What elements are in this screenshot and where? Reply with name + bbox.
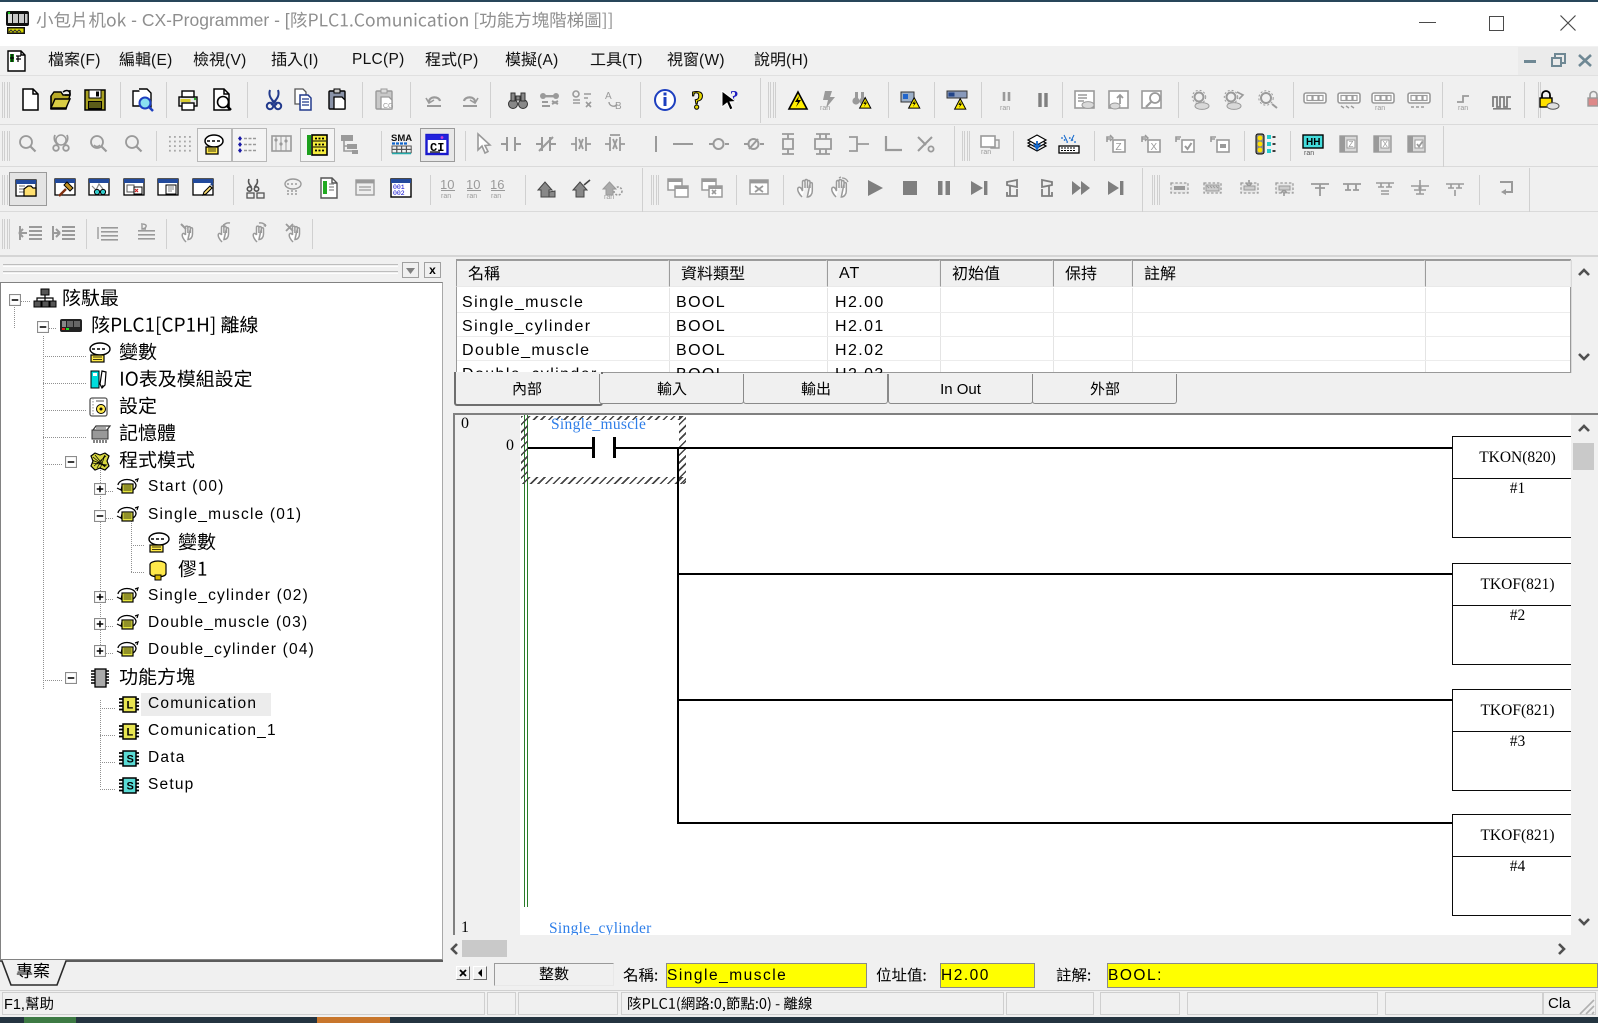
svg-text:X: X bbox=[1383, 140, 1389, 149]
svg-text:L: L bbox=[127, 727, 134, 739]
svg-text:10: 10 bbox=[466, 177, 480, 192]
svg-text:?: ? bbox=[730, 88, 739, 106]
svg-text:ran: ran bbox=[1000, 105, 1010, 112]
svg-text:S: S bbox=[127, 754, 134, 766]
svg-text:10: 10 bbox=[440, 177, 454, 192]
svg-text:ran: ran bbox=[467, 193, 477, 200]
svg-text:S: S bbox=[127, 781, 134, 793]
svg-text:ran: ran bbox=[1304, 150, 1314, 156]
svg-text:Z: Z bbox=[1349, 140, 1354, 149]
svg-text:ran: ran bbox=[820, 105, 830, 112]
svg-text:ran: ran bbox=[441, 193, 451, 200]
svg-text:ran: ran bbox=[981, 149, 991, 156]
svg-text:L: L bbox=[127, 700, 134, 712]
svg-text:B: B bbox=[615, 101, 622, 112]
svg-text:16: 16 bbox=[490, 177, 504, 192]
svg-text:ran: ran bbox=[1375, 105, 1385, 112]
svg-text:ran: ran bbox=[491, 193, 501, 200]
svg-text:Z: Z bbox=[1116, 142, 1122, 153]
svg-text:SMA: SMA bbox=[391, 133, 412, 144]
svg-text:HH: HH bbox=[1306, 137, 1320, 148]
svg-text:CI: CI bbox=[430, 141, 444, 155]
svg-text:ran: ran bbox=[1458, 105, 1468, 112]
svg-text:X: X bbox=[1151, 142, 1158, 153]
svg-text:ran: ran bbox=[604, 194, 614, 200]
svg-text:?: ? bbox=[691, 88, 704, 112]
svg-text:002: 002 bbox=[393, 190, 405, 197]
svg-text:CG: CG bbox=[383, 103, 394, 110]
svg-text:A: A bbox=[605, 91, 612, 102]
